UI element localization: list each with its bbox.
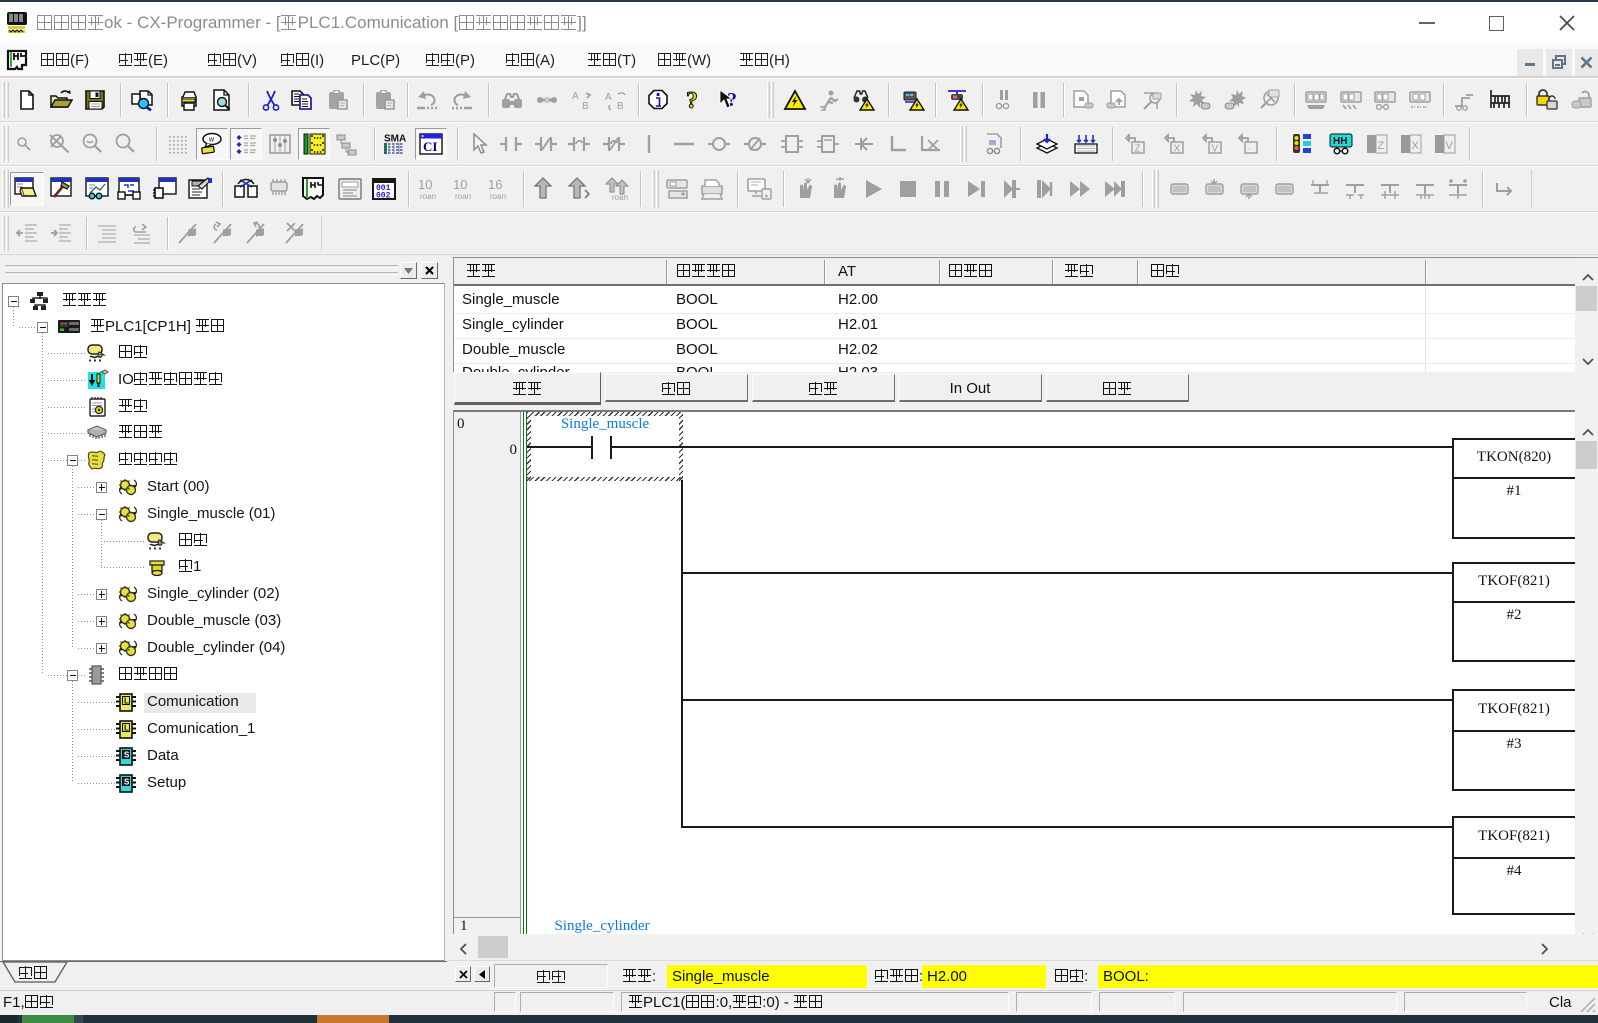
svg-text:CI: CI — [423, 139, 437, 154]
svg-text:roan: roan — [490, 192, 506, 201]
svg-text:X: X — [1174, 144, 1181, 155]
svg-text:V: V — [1212, 144, 1219, 155]
svg-text:roan: roan — [420, 192, 436, 201]
svg-text:HH: HH — [1333, 136, 1347, 147]
svg-text:10: 10 — [453, 177, 467, 192]
svg-text:X: X — [1412, 140, 1420, 152]
svg-text:w: w — [208, 137, 215, 144]
svg-text:002: 002 — [376, 192, 391, 201]
svg-text:B: B — [617, 101, 624, 111]
svg-text:Z: Z — [1135, 144, 1141, 155]
svg-text:L: L — [124, 697, 129, 706]
svg-text:·: · — [1248, 144, 1251, 155]
svg-text:Z: Z — [1378, 140, 1385, 152]
svg-text:V: V — [1446, 140, 1454, 152]
svg-text:16: 16 — [488, 177, 502, 192]
svg-text:10: 10 — [418, 177, 432, 192]
svg-text:A: A — [605, 92, 612, 103]
svg-text:B: B — [582, 101, 589, 111]
svg-text:?: ? — [686, 89, 698, 111]
svg-text:A: A — [572, 91, 579, 102]
svg-text:L: L — [124, 724, 129, 733]
svg-text:S: S — [124, 778, 130, 787]
svg-text:SMA: SMA — [384, 134, 406, 145]
svg-text:S: S — [124, 751, 130, 760]
svg-text:?: ? — [727, 89, 737, 111]
svg-text:roan: roan — [612, 193, 628, 202]
svg-text:roan: roan — [455, 192, 471, 201]
